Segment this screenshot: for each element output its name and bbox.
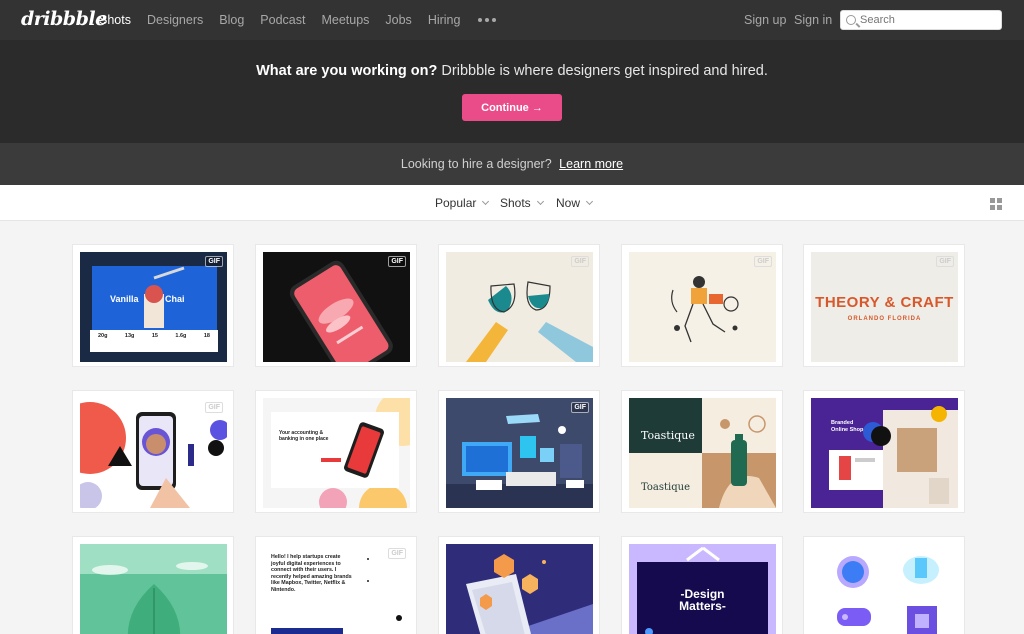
nav-designers[interactable]: Designers <box>147 13 203 27</box>
shot-title: -Design Matters- <box>679 587 726 613</box>
top-nav: dribbble Shots Designers Blog Podcast Me… <box>0 0 1024 40</box>
shots-label: Shots <box>500 196 531 210</box>
sign-up-link[interactable]: Sign up <box>744 0 786 40</box>
hero-headline: What are you working on? Dribbble is whe… <box>0 63 1024 79</box>
brand-name: Toastique <box>641 482 690 493</box>
shot-image <box>80 544 227 634</box>
hire-text: Looking to hire a designer? <box>400 157 552 171</box>
shot-card[interactable]: THEORY & CRAFT ORLANDO FLORIDA GIF <box>803 244 965 367</box>
learn-more-link[interactable]: Learn more <box>559 157 623 171</box>
shot-headline: Your accounting & banking in one place <box>279 430 329 442</box>
shot-image <box>446 252 593 362</box>
gif-badge: GIF <box>388 256 406 267</box>
shot-title-right: Chai <box>165 294 185 304</box>
shot-image: Your accounting & banking in one place <box>263 398 410 508</box>
shot-image <box>811 544 958 634</box>
popular-label: Popular <box>435 196 477 210</box>
gif-badge: GIF <box>754 256 772 267</box>
shot-card[interactable]: GIF <box>72 390 234 513</box>
hero-question: What are you working on? <box>256 63 438 79</box>
nav-hiring[interactable]: Hiring <box>428 13 461 27</box>
shot-image <box>446 544 593 634</box>
nutrition-stats: 20g 13g 15 1.6g 18 <box>98 333 210 339</box>
stat: 1.6g <box>175 333 187 339</box>
shot-image: Vanilla Chai 20g 13g 15 1.6g 18 <box>80 252 227 362</box>
hero-banner: What are you working on? Dribbble is whe… <box>0 40 1024 143</box>
shot-image: Toastique Toastique <box>629 398 776 508</box>
hire-banner: Looking to hire a designer? Learn more <box>0 143 1024 185</box>
more-menu-icon[interactable] <box>478 18 497 22</box>
shot-card[interactable]: Branded Online Shop <box>803 390 965 513</box>
shot-image: Branded Online Shop <box>811 398 958 508</box>
gif-badge: GIF <box>205 256 223 267</box>
popular-filter[interactable]: Popular <box>435 185 490 221</box>
gif-badge: GIF <box>936 256 954 267</box>
chevron-down-icon <box>482 197 490 206</box>
search-input[interactable] <box>860 14 990 26</box>
nav-meetups[interactable]: Meetups <box>321 13 369 27</box>
sign-in-link[interactable]: Sign in <box>794 0 832 40</box>
chevron-down-icon <box>585 197 594 206</box>
grid-view-icon[interactable] <box>990 198 1002 210</box>
shot-card[interactable]: Vanilla Chai 20g 13g 15 1.6g 18 GIF <box>72 244 234 367</box>
shot-image <box>80 398 227 508</box>
nav-shots[interactable]: Shots <box>99 13 131 27</box>
gif-badge: GIF <box>205 402 223 413</box>
stat: 20g <box>98 333 108 339</box>
shot-title-left: Vanilla <box>110 294 139 304</box>
continue-button[interactable]: Continue → <box>462 94 562 121</box>
shot-card[interactable] <box>438 536 600 634</box>
stat: 13g <box>124 333 135 339</box>
time-filter[interactable]: Now <box>556 185 594 221</box>
gif-badge: GIF <box>571 256 589 267</box>
shot-image <box>629 252 776 362</box>
gif-badge: GIF <box>571 402 589 413</box>
shot-card[interactable]: GIF <box>255 244 417 367</box>
shot-card[interactable]: GIF <box>438 390 600 513</box>
shot-title: Branded Online Shop <box>831 420 864 433</box>
dribbble-logo[interactable]: dribbble <box>21 8 107 30</box>
shot-card[interactable] <box>803 536 965 634</box>
nav-blog[interactable]: Blog <box>219 13 244 27</box>
shot-card[interactable] <box>72 536 234 634</box>
shot-title: THEORY & CRAFT <box>815 294 954 311</box>
shot-image <box>263 252 410 362</box>
nav-jobs[interactable]: Jobs <box>385 13 411 27</box>
filter-bar: Popular Shots Now <box>0 185 1024 221</box>
shot-card[interactable]: Hello! I help startups create joyful dig… <box>255 536 417 634</box>
hero-text: Dribbble is where designers get inspired… <box>441 63 768 79</box>
shots-filter[interactable]: Shots <box>500 185 544 221</box>
shot-card[interactable]: Toastique Toastique <box>621 390 783 513</box>
shot-image: -Design Matters- <box>629 544 776 634</box>
shot-card[interactable]: GIF <box>438 244 600 367</box>
chevron-down-icon <box>536 197 544 206</box>
brand-name: Toastique <box>641 429 695 442</box>
gif-badge: GIF <box>388 548 406 559</box>
nav-links: Shots Designers Blog Podcast Meetups Job… <box>99 0 497 40</box>
shot-card[interactable]: Your accounting & banking in one place <box>255 390 417 513</box>
search-icon <box>846 15 856 25</box>
shot-subtitle: ORLANDO FLORIDA <box>847 316 922 322</box>
nav-podcast[interactable]: Podcast <box>260 13 305 27</box>
now-label: Now <box>556 196 581 210</box>
shot-image <box>446 398 593 508</box>
stat: 15 <box>151 333 158 339</box>
stat: 18 <box>203 333 210 339</box>
shot-card[interactable]: -Design Matters- <box>621 536 783 634</box>
shot-card[interactable]: GIF <box>621 244 783 367</box>
search-box[interactable] <box>840 10 1002 30</box>
shot-image: THEORY & CRAFT ORLANDO FLORIDA <box>811 252 958 362</box>
